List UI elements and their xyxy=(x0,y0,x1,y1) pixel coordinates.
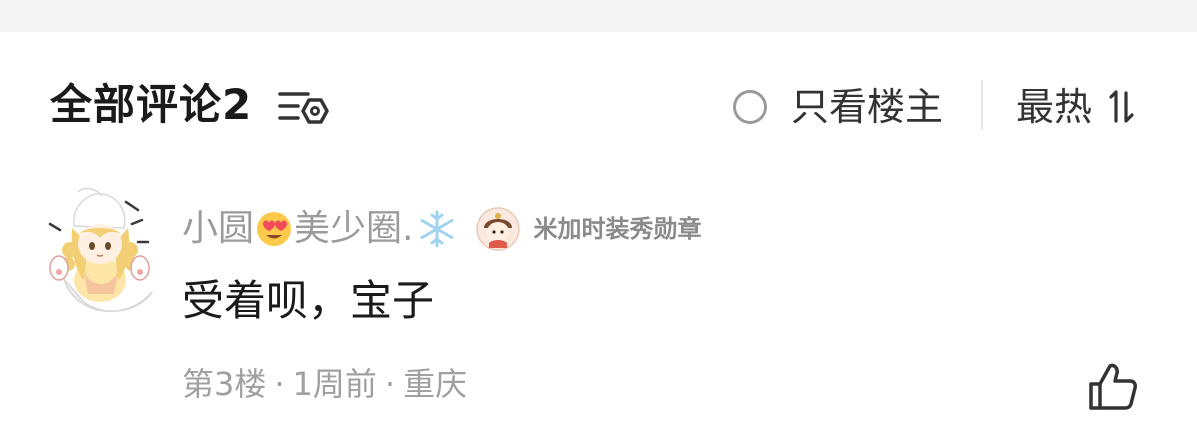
medal-badge-icon[interactable] xyxy=(475,206,521,252)
comment-author-row: 小圆 美少圈. 米加时装秀勋章 xyxy=(182,204,701,254)
comments-header: 全部评论2 只看楼主 最热 xyxy=(0,32,1197,172)
heart-eyes-emoji-icon xyxy=(257,212,292,246)
comment-meta: 第3楼 · 1周前 · 重庆 xyxy=(182,362,467,406)
comments-page: 全部评论2 只看楼主 最热 小圆 美少圈. 米加时装秀勋章 受着呗，宝子 第3楼… xyxy=(0,0,1197,442)
badge-label: 米加时装秀勋章 xyxy=(533,215,702,243)
only-op-toggle[interactable]: 只看楼主 xyxy=(733,84,943,130)
meta-separator: · xyxy=(274,365,285,403)
radio-unchecked-icon[interactable] xyxy=(733,90,767,124)
sort-arrows-icon xyxy=(1109,90,1134,123)
avatar[interactable] xyxy=(44,184,156,322)
comment-text: 受着呗，宝子 xyxy=(182,276,435,325)
comment-time: 1周前 xyxy=(292,365,377,403)
only-op-label: 只看楼主 xyxy=(791,85,944,129)
username-part-1: 小圆 xyxy=(182,208,255,249)
sort-label: 最热 xyxy=(1016,85,1093,129)
username[interactable]: 小圆 美少圈. xyxy=(182,205,457,253)
comments-title: 全部评论2 xyxy=(50,80,253,129)
header-divider xyxy=(981,80,983,130)
username-part-2: 美少圈. xyxy=(294,208,414,249)
snowflake-icon xyxy=(420,210,454,248)
top-divider-strip xyxy=(0,0,1197,32)
thumbs-up-icon[interactable] xyxy=(1086,360,1140,414)
sort-toggle[interactable]: 最热 xyxy=(1016,84,1142,130)
floor-number: 第3楼 xyxy=(182,365,267,403)
comment-location: 重庆 xyxy=(403,365,468,403)
comment-item: 小圆 美少圈. 米加时装秀勋章 受着呗，宝子 第3楼 · 1周前 · 重庆 xyxy=(0,172,1197,442)
meta-separator: · xyxy=(384,365,396,403)
filter-settings-icon[interactable] xyxy=(278,88,332,128)
